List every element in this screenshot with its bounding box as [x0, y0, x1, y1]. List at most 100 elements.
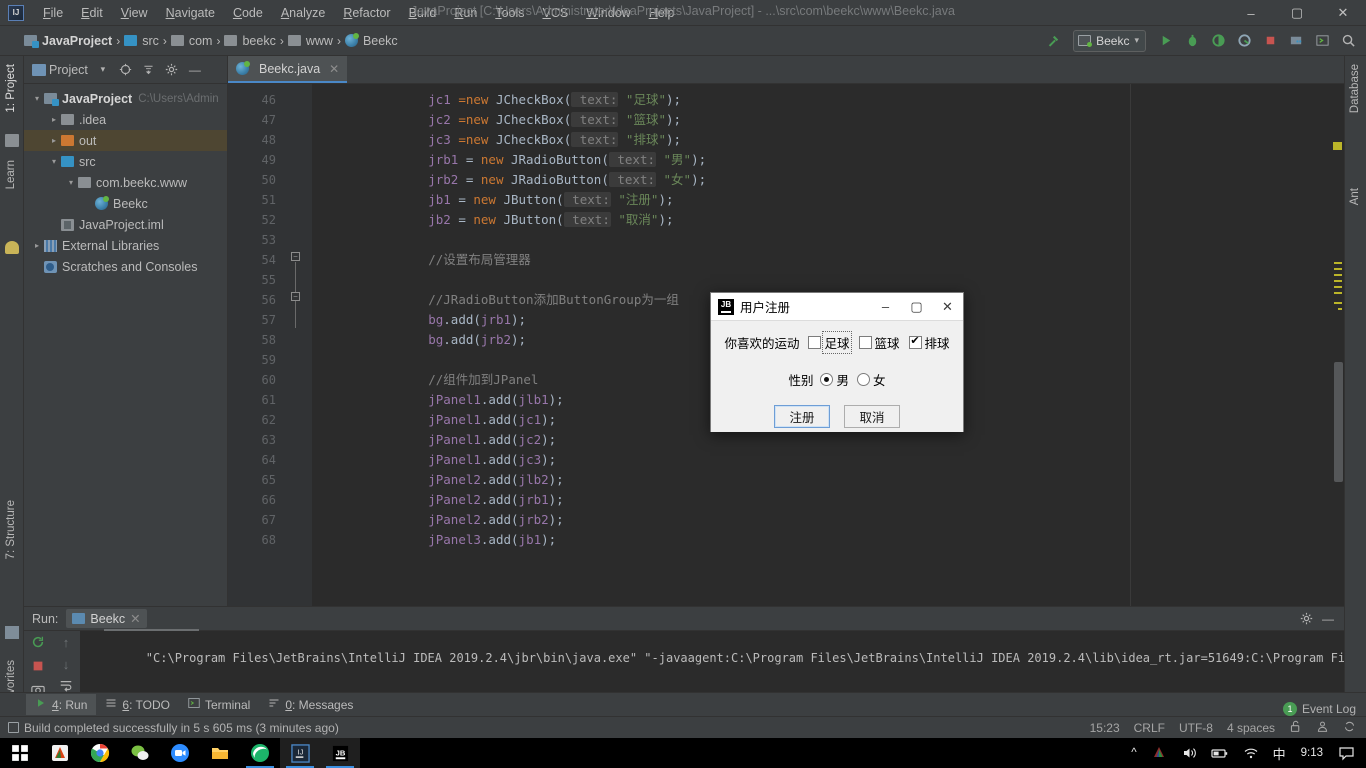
- debug-icon[interactable]: [1180, 30, 1204, 52]
- tree-node-beekc[interactable]: Beekc: [24, 193, 227, 214]
- gear-icon[interactable]: [1296, 609, 1316, 629]
- minimize-icon[interactable]: —: [1318, 609, 1338, 629]
- rerun-icon[interactable]: [31, 635, 45, 652]
- collapse-all-icon[interactable]: [139, 60, 159, 80]
- zoom-icon[interactable]: [160, 738, 200, 768]
- breadcrumb-beekc[interactable]: beekc: [220, 32, 279, 50]
- project-structure-icon[interactable]: [1284, 30, 1308, 52]
- breadcrumb-beekc[interactable]: Beekc: [341, 32, 402, 50]
- user-registration-dialog[interactable]: 用户注册 – ▢ ✕ 你喜欢的运动 足球 篮球 排球 性别 男 女 注册 取消: [710, 292, 964, 432]
- tree-node--idea[interactable]: ▸ .idea: [24, 109, 227, 130]
- maximize-button[interactable]: ▢: [1274, 0, 1320, 26]
- search-everywhere-icon[interactable]: [1336, 30, 1360, 52]
- sidebar-item-ant[interactable]: Ant: [1349, 184, 1361, 209]
- tray-chevron-icon[interactable]: ^: [1124, 738, 1143, 768]
- run-with-coverage-icon[interactable]: [1206, 30, 1230, 52]
- dialog-maximize-button[interactable]: ▢: [901, 293, 932, 320]
- dialog-button-1[interactable]: 取消: [844, 405, 900, 428]
- wechat-icon[interactable]: [120, 738, 160, 768]
- close-button[interactable]: ✕: [1320, 0, 1366, 26]
- wifi-icon[interactable]: [1236, 738, 1266, 768]
- status-line-separator[interactable]: CRLF: [1134, 721, 1165, 735]
- breadcrumb-src[interactable]: src: [120, 32, 163, 50]
- dialog-close-button[interactable]: ✕: [932, 293, 963, 320]
- inspections-icon[interactable]: [1316, 720, 1329, 736]
- unlock-icon[interactable]: [1289, 720, 1302, 736]
- checkbox-2[interactable]: 排球: [908, 333, 950, 352]
- bottom-tab-0-messages[interactable]: 0: Messages: [259, 694, 362, 715]
- status-indent[interactable]: 4 spaces: [1227, 721, 1275, 735]
- menu-code[interactable]: Code: [224, 3, 272, 23]
- chevron-right-icon[interactable]: ▸: [47, 136, 61, 145]
- sidebar-item-project[interactable]: 1: Project: [5, 60, 17, 117]
- fold-marker-icon[interactable]: −: [291, 292, 300, 301]
- minimize-button[interactable]: –: [1228, 0, 1274, 26]
- locate-icon[interactable]: [116, 60, 136, 80]
- bottom-tab-4-run[interactable]: 4: Run: [26, 694, 97, 715]
- hammer-icon[interactable]: [1041, 30, 1065, 52]
- menu-run[interactable]: Run: [445, 3, 486, 23]
- chevron-down-icon[interactable]: ▾: [64, 178, 78, 187]
- edge-icon[interactable]: [240, 738, 280, 768]
- tab-beekc-java[interactable]: Beekc.java ✕: [228, 56, 348, 83]
- dialog-button-0[interactable]: 注册: [774, 405, 830, 428]
- menu-refactor[interactable]: Refactor: [334, 3, 399, 23]
- menu-vcs[interactable]: VCS: [534, 3, 578, 23]
- chevron-down-icon[interactable]: ▾: [30, 94, 44, 103]
- sidebar-item-database[interactable]: Database: [1349, 60, 1361, 117]
- menu-view[interactable]: View: [112, 3, 157, 23]
- chevron-down-icon[interactable]: ▾: [93, 60, 113, 80]
- chevron-right-icon[interactable]: ▸: [30, 241, 44, 250]
- chrome-icon[interactable]: [80, 738, 120, 768]
- sync-icon[interactable]: [1343, 720, 1356, 736]
- tree-node-javaproject[interactable]: ▾ JavaProject C:\Users\Admin: [24, 88, 227, 109]
- editor-scrollbar[interactable]: [1332, 112, 1344, 660]
- radio-0[interactable]: 男: [820, 370, 849, 389]
- breadcrumb-com[interactable]: com: [167, 32, 217, 50]
- windows-start-icon[interactable]: [0, 738, 40, 768]
- gear-icon[interactable]: [162, 60, 182, 80]
- battery-icon[interactable]: [1204, 738, 1236, 768]
- terminal-icon[interactable]: [1310, 30, 1334, 52]
- folder-icon[interactable]: [5, 134, 19, 147]
- tree-node-src[interactable]: ▾ src: [24, 151, 227, 172]
- sidebar-item-structure[interactable]: 7: Structure: [5, 496, 17, 563]
- status-encoding[interactable]: UTF-8: [1179, 721, 1213, 735]
- tree-node-javaproject-iml[interactable]: JavaProject.iml: [24, 214, 227, 235]
- menu-help[interactable]: Help: [640, 3, 684, 23]
- volume-icon[interactable]: [1174, 738, 1204, 768]
- stop-icon[interactable]: [31, 659, 45, 676]
- tree-node-out[interactable]: ▸ out: [24, 130, 227, 151]
- menu-window[interactable]: Window: [577, 3, 639, 23]
- checkbox-box[interactable]: [908, 334, 922, 349]
- checkbox-box[interactable]: [808, 336, 822, 349]
- java-app-icon[interactable]: JB: [320, 738, 360, 768]
- checkbox-box[interactable]: [858, 336, 872, 349]
- tree-node-external-libraries[interactable]: ▸ External Libraries: [24, 235, 227, 256]
- menu-tools[interactable]: Tools: [486, 3, 533, 23]
- ime-indicator[interactable]: 中: [1266, 738, 1293, 768]
- dialog-minimize-button[interactable]: –: [870, 293, 901, 320]
- radio-box[interactable]: [820, 373, 834, 386]
- menu-analyze[interactable]: Analyze: [272, 3, 334, 23]
- breadcrumb-javaproject[interactable]: JavaProject: [20, 32, 116, 50]
- intellij-idea-icon[interactable]: IJ: [280, 738, 320, 768]
- run-configuration-selector[interactable]: Beekc ▾: [1073, 29, 1146, 52]
- run-icon[interactable]: [1154, 30, 1178, 52]
- taskbar-clock[interactable]: 9:13: [1293, 747, 1331, 760]
- office-icon[interactable]: [40, 738, 80, 768]
- event-log-button[interactable]: 1 Event Log: [1282, 702, 1356, 716]
- file-explorer-icon[interactable]: [200, 738, 240, 768]
- menu-build[interactable]: Build: [400, 3, 446, 23]
- chevron-right-icon[interactable]: ▸: [47, 115, 61, 124]
- close-icon[interactable]: ✕: [329, 62, 339, 76]
- radio-1[interactable]: 女: [857, 370, 886, 389]
- tree-node-com-beekc-www[interactable]: ▾ com.beekc.www: [24, 172, 227, 193]
- bottom-tab-6-todo[interactable]: 6: TODO: [96, 694, 179, 715]
- menu-file[interactable]: File: [34, 3, 72, 23]
- close-icon[interactable]: ✕: [130, 611, 140, 626]
- run-tab-beekc[interactable]: Beekc ✕: [66, 609, 147, 628]
- radio-box[interactable]: [857, 373, 870, 386]
- sidebar-item-learn[interactable]: Learn: [5, 156, 17, 193]
- profiler-icon[interactable]: [1232, 30, 1256, 52]
